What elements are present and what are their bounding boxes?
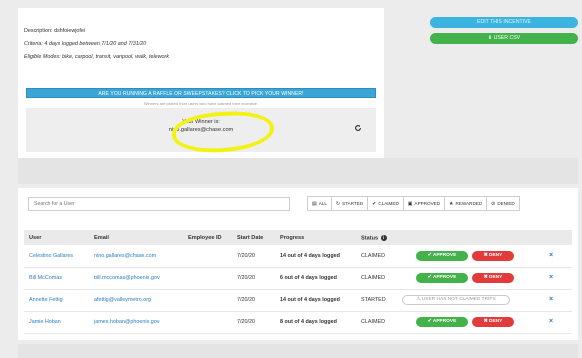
user-name-link[interactable]: Celestino Gallares (29, 253, 73, 259)
user-csv-label: USER CSV (493, 35, 521, 41)
user-email-link[interactable]: bill.mccomas@phoenix.gov (94, 275, 160, 281)
refresh-icon[interactable] (354, 124, 362, 132)
filter-label: ALL (318, 201, 327, 206)
approve-button[interactable]: ✔ APPROVE (416, 317, 468, 327)
table-row: Jamie Hoban james.hoban@phoenix.gov 7/20… (24, 312, 572, 334)
deny-button[interactable]: ✖ DENY (472, 273, 514, 283)
status: CLAIMED (361, 253, 385, 259)
approve-label: APPROVE (432, 275, 457, 280)
start-date: 7/20/20 (237, 319, 255, 325)
approve-label: APPROVE (432, 253, 457, 258)
column-employee-id: Employee ID (188, 235, 222, 241)
search-input[interactable] (28, 197, 290, 211)
incentive-criteria: Criteria: 4 days logged between 7/1/20 a… (24, 41, 147, 47)
user-email-link[interactable]: afettig@valleymetro.org (94, 297, 151, 303)
ban-icon: ⊘ (491, 200, 496, 207)
check-icon: ✔ (372, 200, 377, 207)
progress: 8 out of 4 days logged (280, 319, 337, 325)
column-progress: Progress (280, 235, 305, 241)
progress: 14 out of 4 days logged (280, 253, 340, 259)
spacer-band (18, 158, 578, 184)
table-header: User Email Employee ID Start Date Progre… (24, 230, 572, 245)
filter-claimed[interactable]: ✔ CLAIMED (367, 196, 404, 211)
filter-label: DENIED (497, 201, 515, 206)
status: CLAIMED (361, 275, 385, 281)
remove-user-icon[interactable]: × (549, 296, 553, 303)
yellow-highlight-circle (171, 109, 275, 155)
table-row: Bill McComas bill.mccomas@phoenix.gov 7/… (24, 268, 572, 290)
column-status-label: Status (361, 235, 379, 242)
filter-label: REWARDED (455, 201, 483, 206)
incentive-card: Description: dshfoiewjofei Criteria: 4 d… (18, 8, 384, 158)
user-csv-button[interactable]: ⬇ USER CSV (430, 33, 578, 44)
start-date: 7/20/20 (237, 297, 255, 303)
approve-label: APPROVE (432, 319, 457, 324)
column-status: Status i (361, 235, 387, 241)
filter-bar: ▤ ALL ↻ STARTED ✔ CLAIMED ▣ APPROVED ★ REWARD… (307, 196, 520, 211)
status: CLAIMED (361, 319, 385, 325)
deny-label: DENY (489, 253, 503, 258)
table-row: Annette Fettig afettig@valleymetro.org 7… (24, 290, 572, 312)
footer-band (18, 344, 578, 358)
filter-label: CLAIMED (378, 201, 399, 206)
filter-started[interactable]: ↻ STARTED (330, 196, 369, 211)
pick-winner-button[interactable]: ARE YOU RUNNING A RAFFLE OR SWEEPSTAKES?… (26, 88, 376, 98)
filter-rewarded[interactable]: ★ REWARDED (444, 196, 488, 211)
incentive-eligible-modes: Eligible Modes: bike, carpool, transit, … (24, 54, 170, 60)
deny-label: DENY (489, 319, 503, 324)
user-email-link[interactable]: james.hoban@phoenix.gov (94, 319, 159, 325)
stamp-icon: ▣ (407, 200, 413, 207)
approve-button[interactable]: ✔ APPROVE (416, 251, 468, 261)
not-claimed-label: USER HAS NOT CLAIMED TRIPS (421, 297, 496, 302)
remove-user-icon[interactable]: × (549, 252, 553, 259)
column-user: User (29, 235, 42, 241)
users-panel: ▤ALL ↻STARTED ✔CLAIMED ▣APPROVED ★REWARD… (18, 188, 578, 340)
deny-button[interactable]: ✖ DENY (472, 251, 514, 261)
table-row: Celestino Gallares nino.gallares@chase.c… (24, 246, 572, 268)
bars-icon: ▤ (312, 200, 317, 207)
filter-approved[interactable]: ▣ APPROVED (402, 196, 446, 211)
user-email-link[interactable]: nino.gallares@chase.com (94, 253, 156, 259)
user-name-link[interactable]: Bill McComas (29, 275, 62, 281)
progress: 6 out of 4 days logged (280, 275, 337, 281)
incentive-description: Description: dshfoiewjofei (24, 28, 86, 34)
progress: 14 out of 4 days logged (280, 297, 340, 303)
start-date: 7/20/20 (237, 253, 255, 259)
column-email: Email (94, 235, 109, 241)
deny-button[interactable]: ✖ DENY (472, 317, 514, 327)
user-name-link[interactable]: Annette Fettig (29, 297, 63, 303)
star-icon: ★ (449, 200, 454, 207)
info-icon[interactable]: i (380, 235, 387, 241)
not-claimed-badge: ⚠ USER HAS NOT CLAIMED TRIPS (402, 295, 510, 305)
status: STARTED (361, 297, 386, 303)
refresh-icon: ↻ (335, 200, 341, 207)
deny-label: DENY (489, 275, 503, 280)
filter-label: APPROVED (414, 201, 441, 206)
remove-user-icon[interactable]: × (549, 318, 553, 325)
filter-label: STARTED (342, 201, 364, 206)
winner-box: Your Winner is: nino.gallares@chase.com (26, 108, 376, 155)
filter-all[interactable]: ▤ ALL (307, 196, 332, 211)
raffle-note: Winners are picked from users who have c… (143, 101, 259, 106)
remove-user-icon[interactable]: × (549, 274, 553, 281)
edit-incentive-button[interactable]: EDIT THIS INCENTIVE (430, 17, 578, 28)
approve-button[interactable]: ✔ APPROVE (416, 273, 468, 283)
column-start-date: Start Date (237, 235, 264, 241)
start-date: 7/20/20 (237, 275, 255, 281)
filter-denied[interactable]: ⊘ DENIED (486, 196, 520, 211)
user-name-link[interactable]: Jamie Hoban (29, 319, 61, 325)
